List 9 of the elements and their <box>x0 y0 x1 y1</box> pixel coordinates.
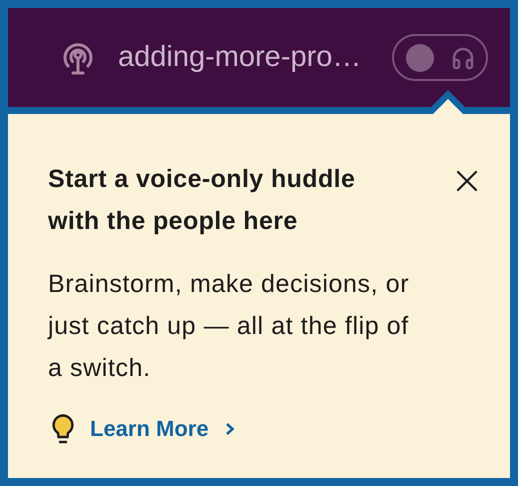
lightbulb-icon <box>52 414 74 444</box>
popover-description: Brainstorm, make decisions, or just catch up — all at the flip of a switch. <box>48 269 410 384</box>
huddle-toggle[interactable] <box>392 34 488 81</box>
chevron-right-icon <box>224 422 235 436</box>
learn-more-link[interactable]: Learn More <box>90 416 235 442</box>
headphones-icon <box>452 46 474 70</box>
popover-title: Start a voice-only huddle with the people here <box>48 164 356 237</box>
channel-name: adding-more-pro… <box>118 41 362 74</box>
close-icon <box>456 170 478 192</box>
